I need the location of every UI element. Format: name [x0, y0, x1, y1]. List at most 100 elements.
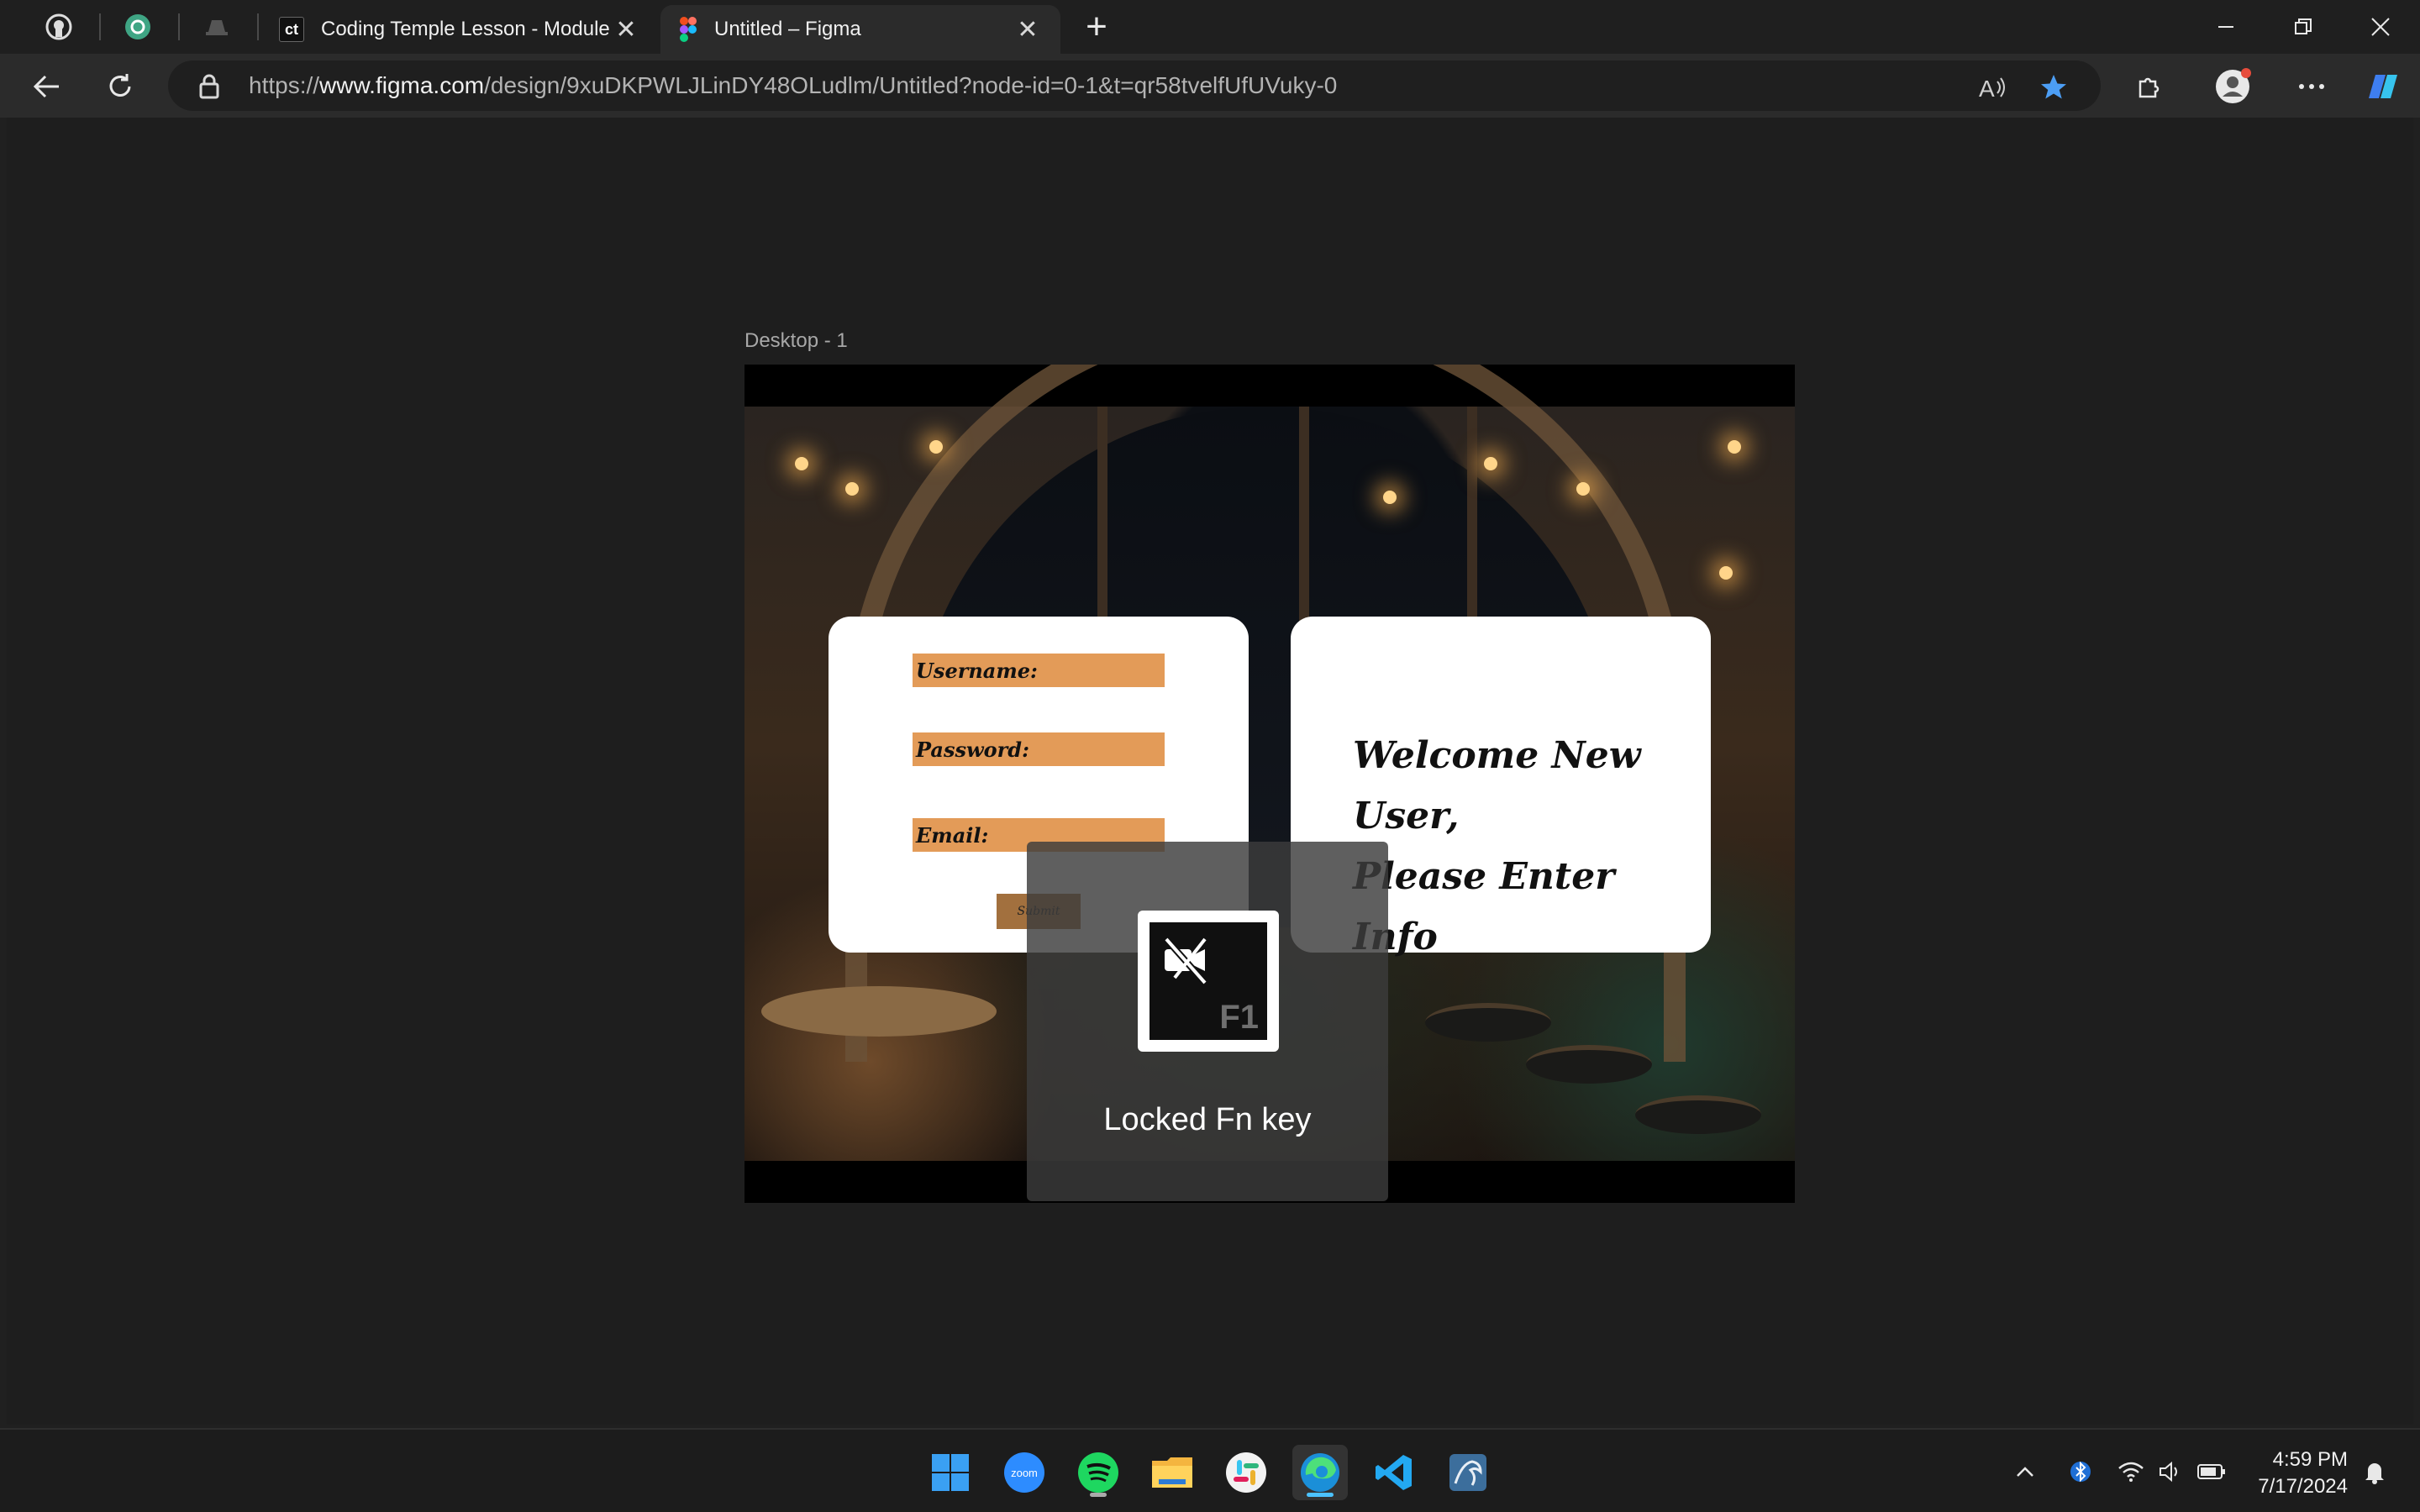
- browser-toolbar: https://www.figma.com/design/9xuDKPWLJLi…: [0, 54, 2420, 118]
- fn-lock-overlay: F1 Locked Fn key: [1027, 842, 1388, 1201]
- copilot-icon: [2369, 75, 2397, 98]
- pinned-tab-chatgpt[interactable]: [108, 7, 168, 47]
- lamp: [1728, 440, 1741, 454]
- svg-text:zoom: zoom: [1011, 1467, 1038, 1479]
- profile-button[interactable]: [2212, 64, 2257, 109]
- clock-time: 4:59 PM: [2272, 1448, 2348, 1471]
- frame-label[interactable]: Desktop - 1: [744, 329, 848, 353]
- new-tab-button[interactable]: +: [1080, 6, 1113, 47]
- coding-temple-icon: ct: [279, 17, 304, 42]
- minimize-icon: [2218, 26, 2233, 28]
- mysql-workbench-app[interactable]: [1440, 1445, 1496, 1500]
- read-aloud-icon: A: [1979, 76, 2005, 100]
- camera-off-icon: [1164, 937, 1207, 985]
- lock-icon: [199, 74, 219, 99]
- welcome-line-2: Please Enter Info: [1353, 855, 1615, 958]
- restore-icon: [2295, 18, 2312, 34]
- read-aloud-button[interactable]: A: [1976, 71, 2010, 104]
- clock[interactable]: 4:59 PM 7/17/2024: [2258, 1446, 2348, 1500]
- edge-app[interactable]: [1292, 1445, 1348, 1500]
- github-icon: [45, 13, 72, 40]
- slack-app[interactable]: [1218, 1445, 1274, 1500]
- email-label: Email:: [916, 822, 989, 848]
- lamp: [795, 457, 808, 470]
- password-label: Password:: [916, 737, 1029, 762]
- battery-button[interactable]: [2196, 1457, 2227, 1487]
- bar-stool: [1425, 1003, 1551, 1042]
- taskbar: zoom 4:59 PM 7/17/2024: [0, 1428, 2420, 1512]
- lamp: [1576, 482, 1590, 496]
- bluetooth-button[interactable]: [2065, 1457, 2096, 1487]
- battery-icon: [2197, 1464, 2225, 1479]
- welcome-heading: Welcome New User, Please Enter Info: [1353, 726, 1706, 968]
- close-tab-icon[interactable]: ✕: [1013, 15, 1042, 45]
- tab-figma[interactable]: Untitled – Figma ✕: [660, 5, 1060, 54]
- tab-title: Coding Temple Lesson - Module: [321, 18, 610, 40]
- lamp: [1383, 491, 1397, 504]
- slack-icon: [1226, 1452, 1266, 1493]
- figma-icon: [680, 17, 697, 42]
- edge-icon: [1301, 1453, 1339, 1492]
- tab-coding-temple[interactable]: ct Coding Temple Lesson - Module ✕: [260, 5, 659, 54]
- favorite-button[interactable]: [2037, 71, 2070, 104]
- vscode-app[interactable]: [1366, 1445, 1422, 1500]
- vscode-icon: [1376, 1455, 1412, 1490]
- zoom-app[interactable]: zoom: [997, 1445, 1052, 1500]
- bluetooth-icon: [2070, 1461, 2091, 1483]
- minimize-button[interactable]: [2196, 7, 2255, 47]
- close-window-button[interactable]: [2351, 7, 2410, 47]
- volume-button[interactable]: [2156, 1457, 2186, 1487]
- speaker-icon: [2160, 1461, 2177, 1483]
- extensions-button[interactable]: [2126, 64, 2171, 109]
- tab-title: Untitled – Figma: [714, 18, 861, 40]
- zoom-icon: zoom: [1004, 1452, 1044, 1493]
- clock-date: 7/17/2024: [2258, 1475, 2348, 1498]
- back-button[interactable]: [24, 64, 69, 109]
- reload-button[interactable]: [97, 64, 143, 109]
- copilot-button[interactable]: [2360, 64, 2405, 109]
- url-scheme: https://: [249, 72, 320, 98]
- back-arrow-icon: [33, 75, 59, 98]
- bell-icon: [2365, 1463, 2384, 1484]
- more-dots-icon: [2299, 84, 2324, 89]
- lamp: [1484, 457, 1497, 470]
- tab-separator: [99, 13, 101, 40]
- password-field[interactable]: Password:: [913, 732, 1165, 766]
- lamp: [929, 440, 943, 454]
- pinned-tab-hat[interactable]: [187, 7, 247, 47]
- url-text[interactable]: https://www.figma.com/design/9xuDKPWLJLi…: [249, 72, 1337, 99]
- f1-key-label: F1: [1219, 999, 1259, 1036]
- show-hidden-icons-button[interactable]: [2010, 1457, 2040, 1487]
- puzzle-icon: [2139, 77, 2160, 98]
- notifications-button[interactable]: [2360, 1457, 2390, 1487]
- spotify-app[interactable]: [1071, 1445, 1126, 1500]
- url-path: /design/9xuDKPWLJLinDY48OLudlm/Untitled?…: [484, 72, 1338, 98]
- spotify-icon: [1078, 1452, 1118, 1493]
- more-menu-button[interactable]: [2289, 64, 2334, 109]
- chatgpt-icon: [125, 14, 150, 39]
- welcome-line-1: Welcome New User,: [1353, 734, 1641, 837]
- file-explorer-app[interactable]: [1144, 1445, 1200, 1500]
- active-indicator: [1307, 1493, 1334, 1497]
- folder-icon: [1152, 1457, 1192, 1488]
- wifi-button[interactable]: [2116, 1457, 2146, 1487]
- lamp: [1719, 566, 1733, 580]
- wifi-icon: [2118, 1462, 2144, 1482]
- svg-text:A: A: [1979, 76, 1995, 100]
- username-label: Username:: [916, 658, 1038, 683]
- bar-stool: [1635, 1095, 1761, 1134]
- username-field[interactable]: Username:: [913, 654, 1165, 687]
- restore-button[interactable]: [2274, 7, 2333, 47]
- tab-separator: [178, 13, 180, 40]
- start-button[interactable]: [923, 1445, 978, 1500]
- fn-lock-message: Locked Fn key: [1103, 1102, 1312, 1137]
- avatar-icon: [2216, 68, 2251, 103]
- incognito-hat-icon: [206, 20, 228, 35]
- pinned-tab-github[interactable]: [29, 7, 89, 47]
- star-icon: [2041, 75, 2066, 99]
- address-bar[interactable]: https://www.figma.com/design/9xuDKPWLJLi…: [168, 60, 2101, 111]
- fn-key-graphic: F1: [1138, 911, 1279, 1052]
- close-tab-icon[interactable]: ✕: [612, 15, 640, 45]
- lamp: [845, 482, 859, 496]
- reload-icon: [109, 74, 131, 97]
